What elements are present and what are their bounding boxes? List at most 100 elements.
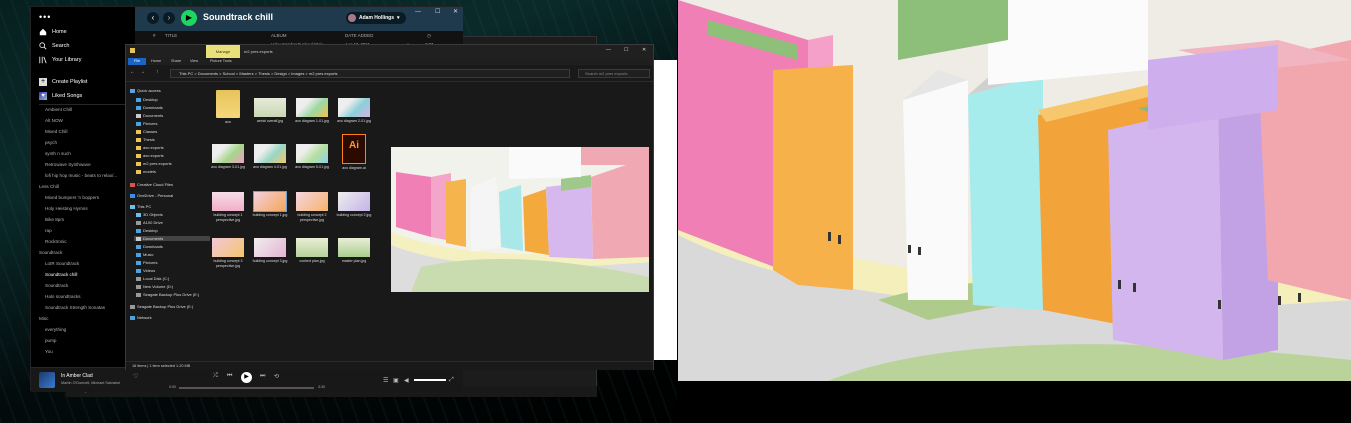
tab-share[interactable]: Share — [171, 59, 181, 63]
maximize-icon[interactable]: ☐ — [435, 8, 440, 15]
tab-home[interactable]: Home — [151, 59, 161, 63]
tree-item[interactable]: Desktop — [136, 97, 158, 102]
tree-item[interactable]: This PC — [130, 204, 151, 209]
playlist-item[interactable]: everything — [45, 327, 129, 332]
file-item[interactable]: aerial overall.jpg — [252, 98, 288, 124]
playlist-item[interactable]: Soundtrack — [45, 283, 129, 288]
tree-item[interactable]: Thesis — [136, 137, 155, 142]
nav-library[interactable]: Your Library — [39, 56, 81, 64]
playlist-item[interactable]: Bike 8pm — [45, 217, 129, 222]
address-bar[interactable]: This PC > Documents > School > Masters >… — [170, 69, 570, 78]
playlist-item[interactable]: Mixed Chill — [45, 129, 129, 134]
tree-item[interactable]: models — [136, 169, 156, 174]
playlist-folder[interactable]: Misc — [39, 316, 123, 321]
tree-item[interactable]: 3D Objects — [136, 212, 163, 217]
col-date[interactable]: DATE ADDED — [345, 33, 373, 38]
maximize-icon[interactable]: ☐ — [624, 47, 628, 53]
back-icon[interactable]: ← — [130, 69, 135, 75]
tree-item[interactable]: A100 Drive — [136, 220, 163, 225]
manage-tab[interactable]: Manage — [206, 45, 240, 58]
tree-item[interactable]: Videos — [136, 268, 155, 273]
file-item[interactable]: axo diagram 2-01.jpg — [336, 98, 372, 124]
playlist-item[interactable]: Holy Heisting Hymns — [45, 206, 129, 211]
tree-item[interactable]: axo exports — [136, 145, 164, 150]
playlist-item[interactable]: lofi hip hop music - beats to relax/... — [45, 173, 129, 178]
tree-item[interactable]: OneDrive - Personal — [130, 193, 173, 198]
minimize-icon[interactable]: — — [606, 47, 611, 53]
queue-icon[interactable]: ☰ — [383, 377, 388, 384]
playlist-item[interactable]: You — [45, 349, 129, 354]
tree-item[interactable]: Pictures — [136, 260, 157, 265]
tree-item-selected[interactable]: Documents — [134, 236, 210, 241]
now-playing-artist[interactable]: Martin O'Donnell, Michael Salvatori — [61, 381, 120, 385]
repeat-icon[interactable]: ⟲ — [274, 373, 279, 380]
playlist-item[interactable]: Retrowave Synthwave — [45, 162, 129, 167]
tree-item[interactable]: Music — [136, 252, 153, 257]
file-item[interactable]: axo diagram 4-01.jpg — [252, 144, 288, 170]
previous-icon[interactable]: ⏮ — [227, 373, 232, 380]
col-title[interactable]: TITLE — [165, 33, 177, 38]
play-playlist-button[interactable]: ▶ — [181, 10, 197, 26]
next-icon[interactable]: ⏭ — [260, 373, 265, 380]
file-item[interactable]: building concept 1 perspective.jpg — [210, 192, 246, 222]
tree-item[interactable]: Seagate Backup Plus Drive (E:) — [136, 292, 199, 297]
file-item[interactable]: Ai axo diagram.ai — [336, 134, 372, 171]
col-album[interactable]: ALBUM — [271, 33, 287, 38]
playlist-item[interactable]: Soundtrack Strength Sonatas — [45, 305, 129, 310]
heart-icon[interactable]: ♡ — [133, 373, 138, 380]
file-item[interactable]: master plan.jpg — [336, 238, 372, 264]
tab-view[interactable]: View — [190, 59, 198, 63]
tree-item[interactable]: Downloads — [136, 105, 163, 110]
back-button[interactable]: ‹ — [147, 12, 159, 24]
file-item[interactable]: axo diagram 1-01.jpg — [294, 98, 330, 124]
tree-item[interactable]: Local Disk (C:) — [136, 276, 169, 281]
playlist-item[interactable]: rap — [45, 228, 129, 233]
close-icon[interactable]: ✕ — [453, 8, 458, 15]
play-button[interactable]: ▶ — [241, 372, 252, 383]
tab-picture-tools[interactable]: Picture Tools — [210, 59, 232, 63]
playlist-item[interactable]: Alt NOW — [45, 118, 129, 123]
user-menu[interactable]: Adam Hollings ▾ — [346, 12, 406, 24]
fullscreen-icon[interactable]: ⤢ — [449, 377, 454, 384]
playlist-item[interactable]: Mixed bumpers 'n boppers — [45, 195, 129, 200]
volume-slider[interactable] — [414, 379, 446, 381]
playlist-item[interactable]: Halo soundtracks — [45, 294, 129, 299]
liked-songs[interactable]: ♥ Liked Songs — [39, 92, 82, 100]
tree-item[interactable]: axo exports — [136, 153, 164, 158]
close-icon[interactable]: ✕ — [642, 47, 646, 53]
playlist-item[interactable]: LotR Soundtrack — [45, 261, 129, 266]
playlist-item[interactable]: psych — [45, 140, 129, 145]
playlist-item[interactable]: pump — [45, 338, 129, 343]
tree-item[interactable]: Quick access — [130, 88, 161, 93]
forward-button[interactable]: › — [163, 12, 175, 24]
tree-item[interactable]: New Volume (D:) — [136, 284, 173, 289]
tree-item[interactable]: Pictures — [136, 121, 157, 126]
nav-search[interactable]: Search — [39, 42, 69, 50]
minimize-icon[interactable]: — — [415, 9, 421, 15]
playlist-item[interactable]: synth n such — [45, 151, 129, 156]
devices-icon[interactable]: ▣ — [393, 377, 399, 384]
tree-item[interactable]: Documents — [136, 113, 163, 118]
document-window[interactable] — [653, 60, 677, 360]
playlist-item-active[interactable]: Soundtrack chill — [45, 272, 129, 277]
volume-icon[interactable]: ◀ — [404, 377, 409, 384]
file-item[interactable]: axo diagram 3-01.jpg — [210, 144, 246, 170]
search-input[interactable]: Search m2 pres exports — [578, 69, 650, 78]
menu-dots-icon[interactable]: ••• — [39, 12, 51, 22]
tree-item[interactable]: m2 pres exports — [136, 161, 172, 166]
tree-item[interactable]: Creative Cloud Files — [130, 182, 173, 187]
file-item[interactable]: building concept 2 perspective.jpg — [294, 192, 330, 222]
up-icon[interactable]: ↑ — [156, 69, 159, 75]
playlist-item[interactable]: Rocktronic — [45, 239, 129, 244]
file-item[interactable]: context plan.jpg — [294, 238, 330, 264]
playlist-folder[interactable]: Less Chill — [39, 184, 123, 189]
now-playing-title[interactable]: In Amber Clad — [61, 373, 93, 379]
file-item[interactable]: building concept 3 perspective.jpg — [210, 238, 246, 268]
tree-item[interactable]: Desktop — [136, 228, 158, 233]
tree-item[interactable]: Network — [130, 315, 152, 320]
create-playlist[interactable]: + Create Playlist — [39, 78, 87, 86]
file-item-selected[interactable]: building concept 1.jpg — [252, 191, 288, 218]
file-item[interactable]: building concept 2.jpg — [336, 192, 372, 218]
tree-item[interactable]: Classes — [136, 129, 157, 134]
file-item[interactable]: building concept 3.jpg — [252, 238, 288, 264]
